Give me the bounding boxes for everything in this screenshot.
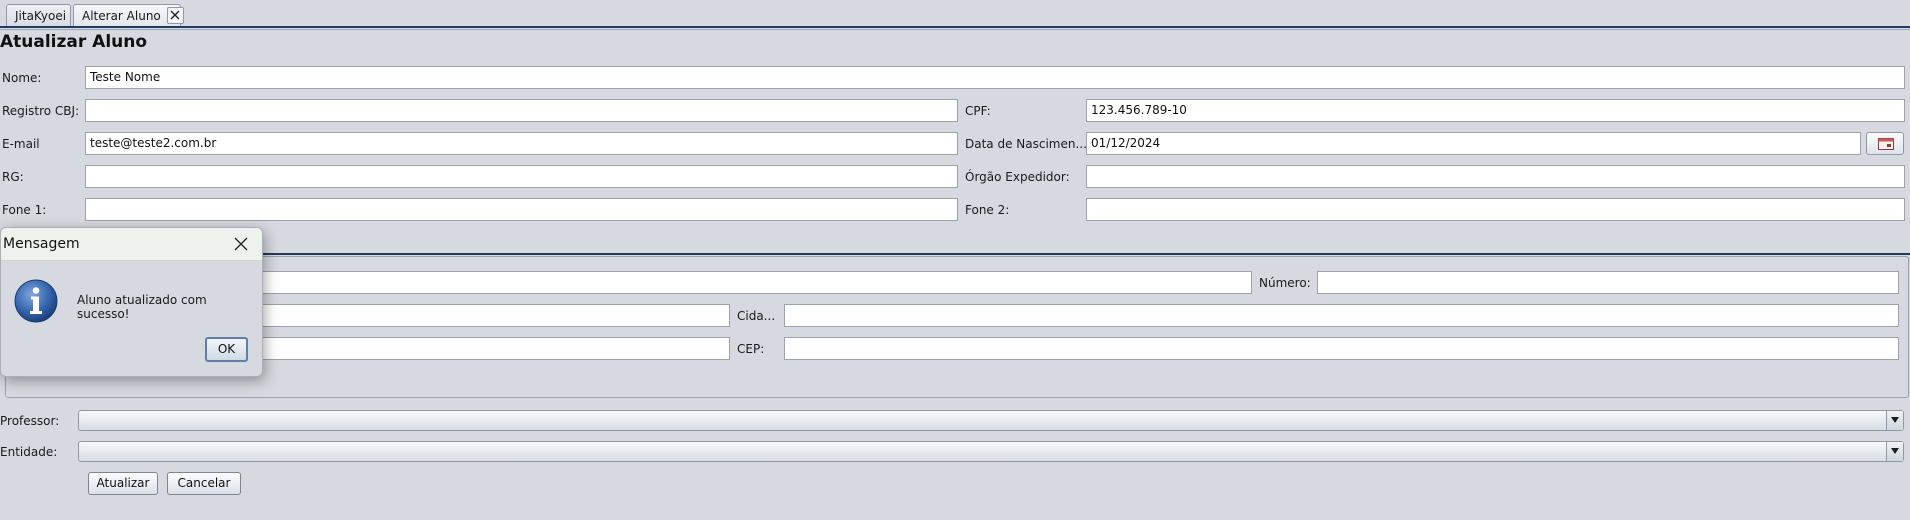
- orgao-expedidor-label: Órgão Expedidor:: [965, 170, 1070, 184]
- registro-cbj-label: Registro CBJ:: [2, 104, 80, 118]
- cpf-label: CPF:: [965, 104, 991, 118]
- rg-input[interactable]: [85, 165, 958, 188]
- orgao-expedidor-input[interactable]: [1086, 165, 1905, 188]
- calendar-button[interactable]: [1866, 132, 1904, 155]
- professor-select[interactable]: [78, 410, 1904, 431]
- fone2-label: Fone 2:: [965, 203, 1010, 217]
- tab-strip-border: [0, 26, 1910, 28]
- cidade-label: Cida...: [737, 309, 776, 323]
- rg-label: RG:: [2, 170, 24, 184]
- email-label: E-mail: [2, 137, 40, 151]
- email-input[interactable]: teste@teste2.com.br: [85, 132, 958, 155]
- estado-input[interactable]: [200, 337, 730, 360]
- dialog-title: Mensagem: [3, 236, 80, 252]
- tab-strip-border: [0, 29, 1910, 30]
- close-icon[interactable]: [233, 236, 249, 252]
- tab-label: JitaKyoei: [15, 9, 67, 23]
- tab-alterar-aluno[interactable]: Alterar Aluno: [73, 4, 184, 27]
- nome-label: Nome:: [2, 71, 42, 85]
- atualizar-button[interactable]: Atualizar: [88, 472, 158, 495]
- data-nascimento-input[interactable]: 01/12/2024: [1086, 132, 1861, 155]
- fone1-label: Fone 1:: [2, 203, 47, 217]
- chevron-down-icon[interactable]: [1886, 442, 1903, 461]
- entidade-select[interactable]: [78, 441, 1904, 462]
- entidade-label: Entidade:: [0, 445, 58, 459]
- registro-cbj-input[interactable]: [85, 99, 958, 122]
- cpf-input[interactable]: 123.456.789-10: [1086, 99, 1905, 122]
- fone2-input[interactable]: [1086, 198, 1905, 221]
- numero-input[interactable]: [1317, 271, 1899, 294]
- data-nascimento-label: Data de Nascimen...: [965, 137, 1087, 151]
- info-icon: [13, 278, 59, 324]
- ok-button[interactable]: OK: [205, 337, 248, 362]
- nome-input[interactable]: Teste Nome: [85, 66, 1905, 89]
- cancelar-button[interactable]: Cancelar: [167, 472, 241, 495]
- fone1-input[interactable]: [85, 198, 958, 221]
- dialog-titlebar[interactable]: Mensagem: [1, 228, 262, 261]
- cep-input[interactable]: [784, 337, 1899, 360]
- chevron-down-icon[interactable]: [1886, 411, 1903, 430]
- rua-input[interactable]: [200, 271, 1252, 294]
- numero-label: Número:: [1259, 276, 1311, 290]
- tab-label: Alterar Aluno: [82, 9, 161, 23]
- section-divider: [0, 253, 1910, 255]
- bairro-input[interactable]: [200, 304, 730, 327]
- message-dialog: Mensagem Aluno atualizado com sucesso! O…: [0, 227, 263, 377]
- tab-jitakyoei[interactable]: JitaKyoei: [6, 4, 71, 27]
- dialog-message: Aluno atualizado com sucesso!: [77, 293, 207, 321]
- page-title: Atualizar Aluno: [0, 32, 148, 52]
- cep-label: CEP:: [737, 342, 765, 356]
- calendar-icon: [1878, 138, 1894, 150]
- close-icon[interactable]: [166, 7, 184, 24]
- professor-label: Professor:: [0, 414, 60, 428]
- cidade-input[interactable]: [784, 304, 1899, 327]
